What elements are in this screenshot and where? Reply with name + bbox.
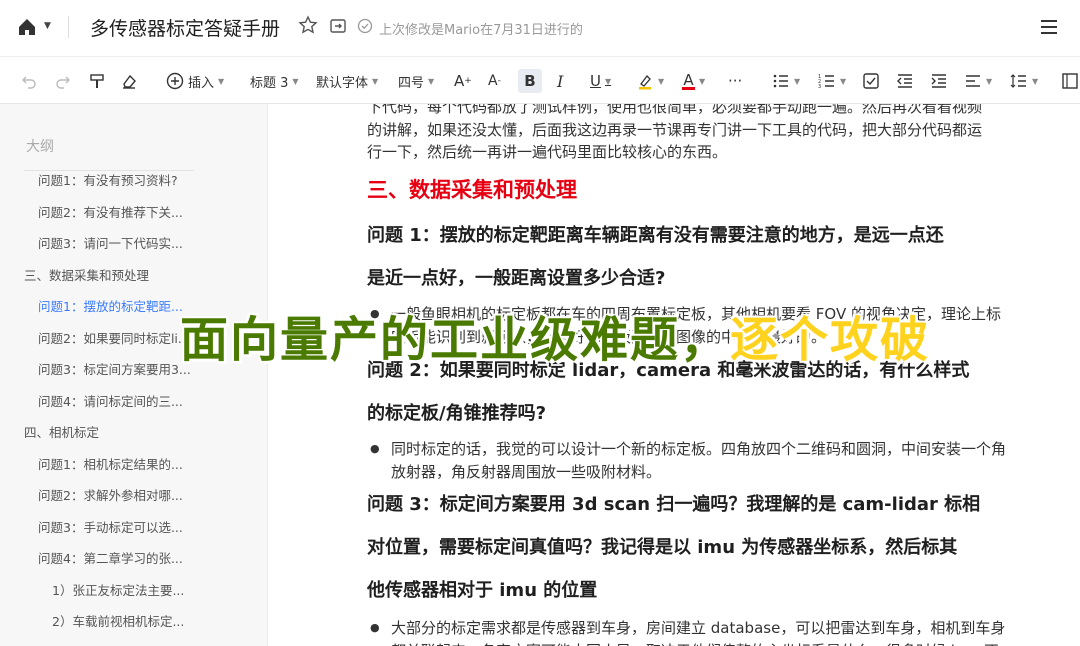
chevron-down-icon: ▼ xyxy=(1032,76,1039,86)
italic-button[interactable]: I xyxy=(557,57,563,105)
chevron-down-icon: ▼ xyxy=(794,76,801,86)
svg-text:3: 3 xyxy=(818,84,821,90)
insert-button[interactable]: 插入 ▼ xyxy=(166,57,224,105)
last-modified-text: 上次修改是Mario在7月31日进行的 xyxy=(379,22,583,38)
format-painter-icon[interactable] xyxy=(88,57,106,105)
line-height-icon[interactable]: ▼ xyxy=(1010,57,1038,105)
chevron-down-icon: ▼ xyxy=(428,76,435,86)
font-color-label: A xyxy=(683,70,694,89)
outline-item[interactable]: 问题1：有没有预习资料? xyxy=(38,170,178,189)
outline-item[interactable]: 问题3：手动标定可以选... xyxy=(38,517,183,536)
outline-title: 大纲 xyxy=(26,139,54,155)
answer-bullet: 大部分的标定需求都是传感器到车身，房间建立 database，可以把雷达到车身，… xyxy=(367,617,1007,646)
underline-button[interactable]: U ▼ xyxy=(590,57,611,105)
redo-icon[interactable] xyxy=(54,57,72,105)
bullet-list-icon[interactable]: ▼ xyxy=(772,57,800,105)
highlight-button[interactable]: ▼ xyxy=(636,57,664,105)
question-heading: 问题 1：摆放的标定靶距离车辆距离有没有需要注意的地方，是远一点还 是近一点好，… xyxy=(367,214,1017,300)
outdent-icon[interactable] xyxy=(896,57,914,105)
checklist-icon[interactable] xyxy=(862,57,880,105)
decrease-font-icon[interactable]: A- xyxy=(488,57,501,105)
paragraph-line: 行一下，然后统一再讲一遍代码里面比较核心的东西。 xyxy=(367,143,728,161)
question-heading: 问题 3：标定间方案要用 3d scan 扫一遍吗？我理解的是 cam-lida… xyxy=(367,483,1017,612)
outline-item[interactable]: 问题2：求解外参相对哪... xyxy=(38,485,183,504)
hamburger-menu-icon[interactable] xyxy=(1038,16,1060,42)
outline-item[interactable]: 问题3：标定间方案要用3... xyxy=(38,359,191,378)
size-label: 四号 xyxy=(398,75,425,91)
bold-button[interactable]: B xyxy=(518,69,542,93)
question-line: 的标定板/角锥推荐吗? xyxy=(367,403,547,424)
star-icon[interactable] xyxy=(298,15,318,39)
chevron-down-icon: ▼ xyxy=(840,76,847,86)
font-color-button[interactable]: A ▼ xyxy=(682,57,705,105)
document-body[interactable]: 下代码，每个代码都放了测试样例，使用也很简单，必须要都手动跑一遍。然后再次看看视… xyxy=(268,104,1080,646)
app-window: ▼ 多传感器标定答疑手册 上次修改是Mario在7月31日进行的 插入 ▼ 标题… xyxy=(0,0,1080,646)
outline-item[interactable]: 问题2：如果要同时标定li... xyxy=(38,328,190,347)
chevron-down-icon: ▼ xyxy=(292,76,299,86)
more-button[interactable]: ··· xyxy=(728,57,742,105)
answer-bullet: 同时标定的话，我觉的可以设计一个新的标定板。四角放四个二维码和圆洞，中间安装一个… xyxy=(367,438,1007,483)
font-size-select[interactable]: 四号 ▼ xyxy=(398,57,434,105)
chevron-down-icon: ▼ xyxy=(986,76,993,86)
question-line: 是近一点好，一般距离设置多少合适? xyxy=(367,268,666,289)
question-line: 问题 3：标定间方案要用 3d scan 扫一遍吗？我理解的是 cam-lida… xyxy=(367,494,981,515)
question-line: 他传感器相对于 imu 的位置 xyxy=(367,580,598,601)
question-line: 问题 1：摆放的标定靶距离车辆距离有没有需要注意的地方，是远一点还 xyxy=(367,225,944,246)
heading-label: 标题 3 xyxy=(250,75,289,91)
increase-font-icon[interactable]: A + xyxy=(454,57,472,105)
insert-label: 插入 xyxy=(188,75,215,91)
overlay-text-accent: 逐个攻破 xyxy=(730,312,931,368)
outline-subitem[interactable]: 1）张正友标定法主要... xyxy=(52,580,184,599)
heading-select[interactable]: 标题 3 ▼ xyxy=(250,57,299,105)
check-circle-icon xyxy=(357,18,373,38)
outline-subitem[interactable]: 2）车载前视相机标定... xyxy=(52,611,184,630)
chevron-down-icon: ▼ xyxy=(218,76,225,86)
undo-icon[interactable] xyxy=(20,57,38,105)
outline-item[interactable]: 问题1：相机标定结果的... xyxy=(38,454,183,473)
chevron-down-icon: ▼ xyxy=(699,76,706,86)
font-label: 默认字体 xyxy=(316,75,369,91)
section-heading: 三、数据采集和预处理 xyxy=(367,178,577,202)
last-modified-status: 上次修改是Mario在7月31日进行的 xyxy=(357,18,583,38)
underline-label: U xyxy=(590,72,601,90)
paragraph-line: 的讲解，如果还没太懂，后面我这边再录一节课再专门讲一下工具的代码，把大部分代码都… xyxy=(367,120,983,139)
font-family-select[interactable]: 默认字体 ▼ xyxy=(316,57,378,105)
plus-circle-icon xyxy=(166,72,184,90)
overlay-text-main: 面向量产的工业级难题， xyxy=(180,312,731,368)
highlighter-icon xyxy=(636,72,654,90)
indent-icon[interactable] xyxy=(930,57,948,105)
outline-section[interactable]: 四、相机标定 xyxy=(24,422,99,441)
outline-item[interactable]: 问题4：第二章学习的张... xyxy=(38,548,183,567)
format-toolbar: 插入 ▼ 标题 3 ▼ 默认字体 ▼ 四号 ▼ A+ A- B I U ▼ ▼ xyxy=(0,56,1080,104)
outline-sidebar: 大纲 问题1：有没有预习资料? 问题2：有没有推荐下关... 问题3：请问一下代… xyxy=(0,104,268,646)
question-line: 对位置，需要标定间真值吗？我记得是以 imu 为传感器坐标系，然后标其 xyxy=(367,537,958,558)
numbered-list-icon[interactable]: 123 ▼ xyxy=(818,57,846,105)
chevron-down-icon: ▼ xyxy=(658,76,665,86)
document-title[interactable]: 多传感器标定答疑手册 xyxy=(90,14,280,41)
chevron-down-icon: ▼ xyxy=(604,76,612,86)
chevron-down-icon: ▼ xyxy=(372,76,379,86)
outline-item[interactable]: 问题2：有没有推荐下关... xyxy=(38,202,183,221)
clear-format-icon[interactable] xyxy=(120,57,138,105)
font-color-icon: A xyxy=(682,70,695,90)
outline-item[interactable]: 问题4：请问标定间的三... xyxy=(38,391,183,410)
home-icon[interactable] xyxy=(16,16,38,38)
move-to-icon[interactable] xyxy=(329,17,347,39)
divider xyxy=(68,16,69,38)
paragraph-line: 下代码，每个代码都放了测试样例，使用也很简单，必须要都手动跑一遍。然后再次看看视… xyxy=(367,104,983,116)
paragraph: 下代码，每个代码都放了测试样例，使用也很简单，必须要都手动跑一遍。然后再次看看视… xyxy=(367,104,1007,164)
title-bar: ▼ 多传感器标定答疑手册 上次修改是Mario在7月31日进行的 xyxy=(0,0,1080,56)
overlay-banner: 面向量产的工业级难题，逐个攻破 xyxy=(180,300,930,370)
outline-item[interactable]: 问题3：请问一下代码实... xyxy=(38,233,183,252)
align-icon[interactable]: ▼ xyxy=(964,57,992,105)
table-icon[interactable] xyxy=(1062,57,1078,105)
chevron-down-icon[interactable]: ▼ xyxy=(44,21,51,31)
outline-section[interactable]: 三、数据采集和预处理 xyxy=(24,265,149,284)
outline-item-active[interactable]: 问题1：摆放的标定靶距... xyxy=(38,296,183,315)
